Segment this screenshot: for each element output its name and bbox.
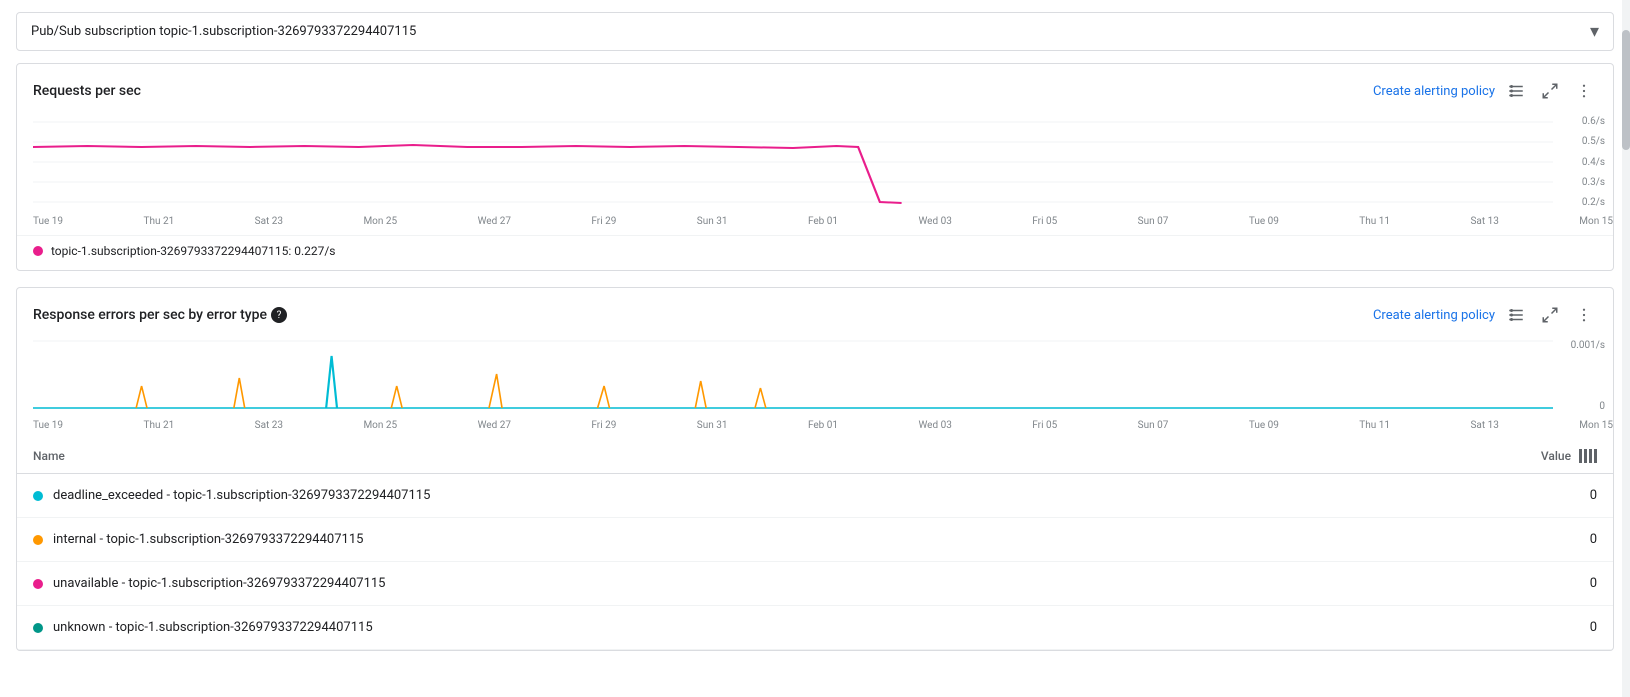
chart2-wrapper: 0.001/s 0 Tue 19 Thu 21 Sat 23 Mon 25 We… (17, 336, 1613, 439)
chart1-svg (33, 112, 1553, 212)
legend-dot-1 (33, 246, 43, 256)
row-name-cell: internal - topic-1.subscription-32697933… (17, 518, 1341, 562)
chart1-y-axis: 0.6/s 0.5/s 0.4/s 0.3/s 0.2/s (1557, 112, 1605, 212)
chart1-legend: topic-1.subscription-3269793372294407115… (17, 235, 1613, 270)
row-name-text: deadline_exceeded - topic-1.subscription… (53, 488, 430, 503)
chart1-area: 0.6/s 0.5/s 0.4/s 0.3/s 0.2/s (17, 112, 1613, 212)
row-color-dot (33, 623, 43, 633)
fullscreen-button-1[interactable] (1537, 78, 1563, 104)
table-row: unknown - topic-1.subscription-326979337… (17, 606, 1613, 650)
row-value-cell: 0 (1341, 562, 1613, 606)
scrollbar-thumb[interactable] (1622, 30, 1630, 150)
columns-icon[interactable] (1579, 449, 1597, 463)
row-value-cell: 0 (1341, 606, 1613, 650)
row-name-text: unknown - topic-1.subscription-326979337… (53, 620, 373, 635)
chart2-area: 0.001/s 0 (17, 336, 1613, 416)
row-name-cell: deadline_exceeded - topic-1.subscription… (17, 474, 1341, 518)
legend-toggle-button-2[interactable] (1503, 302, 1529, 328)
row-color-dot (33, 579, 43, 589)
table-row: deadline_exceeded - topic-1.subscription… (17, 474, 1613, 518)
create-alert-link-2[interactable]: Create alerting policy (1373, 308, 1495, 323)
col-value-header: Value (1341, 439, 1613, 474)
chart2-title-group: Response errors per sec by error type ? (33, 307, 287, 323)
chart2-svg (33, 336, 1553, 416)
row-value-cell: 0 (1341, 518, 1613, 562)
row-name-text: internal - topic-1.subscription-32697933… (53, 532, 363, 547)
table-row: internal - topic-1.subscription-32697933… (17, 518, 1613, 562)
chart1-header: Requests per sec Create alerting policy (17, 64, 1613, 112)
legend-toggle-button-1[interactable] (1503, 78, 1529, 104)
chart2-header: Response errors per sec by error type ? … (17, 288, 1613, 336)
more-options-button-1[interactable] (1571, 78, 1597, 104)
legend-label-1: topic-1.subscription-3269793372294407115… (51, 244, 336, 258)
row-color-dot (33, 535, 43, 545)
fullscreen-button-2[interactable] (1537, 302, 1563, 328)
chart2-title: Response errors per sec by error type (33, 307, 267, 323)
chart1-actions: Create alerting policy (1373, 78, 1597, 104)
help-icon[interactable]: ? (271, 307, 287, 323)
requests-per-sec-card: Requests per sec Create alerting policy (16, 63, 1614, 271)
chart1-wrapper: 0.6/s 0.5/s 0.4/s 0.3/s 0.2/s Tue 19 Thu… (17, 112, 1613, 235)
chart1-x-axis: Tue 19 Thu 21 Sat 23 Mon 25 Wed 27 Fri 2… (17, 212, 1613, 235)
response-errors-card: Response errors per sec by error type ? … (16, 287, 1614, 651)
more-options-button-2[interactable] (1571, 302, 1597, 328)
chart2-x-axis: Tue 19 Thu 21 Sat 23 Mon 25 Wed 27 Fri 2… (17, 416, 1613, 439)
dropdown-value: Pub/Sub subscription topic-1.subscriptio… (31, 24, 416, 39)
chevron-down-icon: ▾ (1590, 21, 1599, 42)
scrollbar-track[interactable] (1622, 0, 1630, 697)
row-name-cell: unavailable - topic-1.subscription-32697… (17, 562, 1341, 606)
subscription-dropdown[interactable]: Pub/Sub subscription topic-1.subscriptio… (16, 12, 1614, 51)
col-name-header: Name (17, 439, 1341, 474)
create-alert-link-1[interactable]: Create alerting policy (1373, 84, 1495, 99)
row-name-text: unavailable - topic-1.subscription-32697… (53, 576, 386, 591)
chart1-title: Requests per sec (33, 83, 141, 99)
chart2-y-axis: 0.001/s 0 (1557, 336, 1605, 416)
row-color-dot (33, 491, 43, 501)
row-value-cell: 0 (1341, 474, 1613, 518)
chart2-actions: Create alerting policy (1373, 302, 1597, 328)
error-type-table: Name Value deadline_exceeded - topic-1.s… (17, 439, 1613, 650)
table-row: unavailable - topic-1.subscription-32697… (17, 562, 1613, 606)
row-name-cell: unknown - topic-1.subscription-326979337… (17, 606, 1341, 650)
